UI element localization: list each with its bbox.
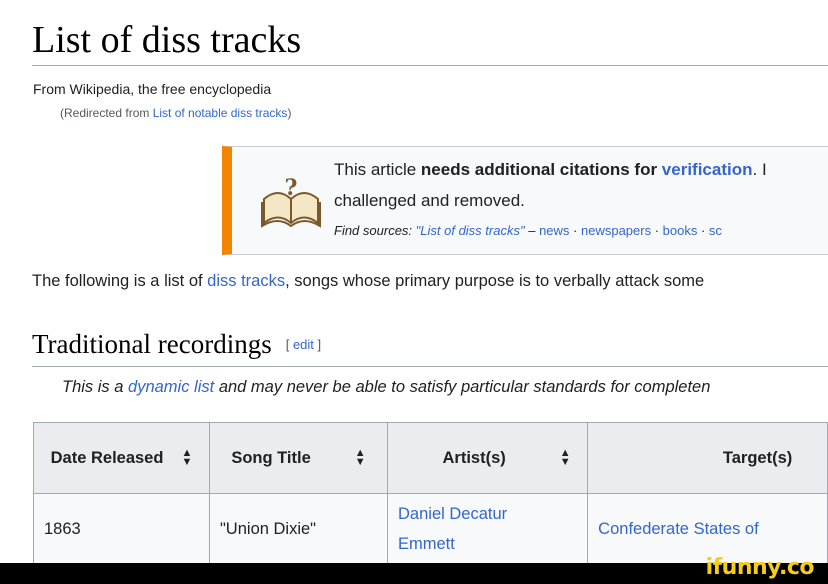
separator: · xyxy=(569,223,581,238)
notice-text-end: . I xyxy=(752,160,767,179)
section-title: Traditional recordings xyxy=(32,329,272,359)
watermark-bar xyxy=(0,563,828,584)
cell-target: Confederate States of xyxy=(587,493,828,565)
dynamic-list-note: This is a dynamic list and may never be … xyxy=(62,378,710,397)
redirect-note: (Redirected from List of notable diss tr… xyxy=(60,106,291,120)
hatnote-text: This is a xyxy=(62,378,129,396)
find-sources-label: Find sources: xyxy=(334,223,416,238)
cell-artist: Daniel Decatur Emmett xyxy=(387,493,589,565)
find-news-link[interactable]: news xyxy=(539,223,569,238)
notice-line-2: challenged and removed. xyxy=(334,191,525,210)
section-divider xyxy=(32,366,828,367)
notice-line-1: This article needs additional citations … xyxy=(334,160,767,180)
hatnote-text-end: and may never be able to satisfy particu… xyxy=(214,378,711,396)
find-sources-query[interactable]: "List of diss tracks" xyxy=(416,223,525,238)
dynamic-list-link[interactable]: dynamic list xyxy=(128,378,214,396)
intro-paragraph: The following is a list of diss tracks, … xyxy=(32,272,704,291)
edit-bracket-close: ] xyxy=(313,337,322,352)
column-header-song[interactable]: Song Title ▲ ▼ xyxy=(208,422,389,494)
diss-tracks-link[interactable]: diss tracks xyxy=(207,272,285,290)
find-sources-dash: – xyxy=(524,223,540,238)
sort-icon[interactable]: ▲ ▼ xyxy=(181,448,192,468)
find-scholar-link[interactable]: sc xyxy=(709,223,722,238)
notice-text: This article xyxy=(334,160,421,179)
sort-icon[interactable]: ▲ ▼ xyxy=(560,448,571,468)
title-divider xyxy=(32,65,828,66)
find-sources: Find sources: "List of diss tracks" – ne… xyxy=(334,223,722,238)
verification-link[interactable]: verification xyxy=(662,160,753,179)
separator: · xyxy=(651,223,663,238)
watermark-logo: ifunny.co xyxy=(705,555,815,580)
diss-tracks-table: Date Released ▲ ▼ Song Title ▲ ▼ Artist(s) ▲ ▼… xyxy=(33,422,828,565)
target-link[interactable]: Confederate States of xyxy=(598,520,759,538)
table-header-row: Date Released ▲ ▼ Song Title ▲ ▼ Artist(s) ▲ ▼… xyxy=(33,422,828,494)
intro-text-end: , songs whose primary purpose is to verb… xyxy=(285,272,705,290)
column-header-label: Date Released xyxy=(50,448,164,467)
separator: · xyxy=(697,223,709,238)
find-newspapers-link[interactable]: newspapers xyxy=(581,223,651,238)
column-header-artist[interactable]: Artist(s) ▲ ▼ xyxy=(387,422,589,494)
column-header-label: Target(s) xyxy=(722,448,793,467)
redirect-link[interactable]: List of notable diss tracks xyxy=(153,106,288,120)
redirect-suffix: ) xyxy=(287,106,292,120)
tagline: From Wikipedia, the free encyclopedia xyxy=(33,81,272,97)
column-header-target[interactable]: Target(s) xyxy=(587,422,828,494)
sort-icon[interactable]: ▲ ▼ xyxy=(355,448,366,468)
page-title: List of diss tracks xyxy=(32,19,302,61)
citation-notice-box: ? This article needs additional citation… xyxy=(222,146,828,255)
column-header-label: Song Title xyxy=(231,448,311,467)
svg-text:?: ? xyxy=(285,175,298,201)
column-header-date[interactable]: Date Released ▲ ▼ xyxy=(33,422,210,494)
edit-section: [ edit ] xyxy=(286,337,321,352)
section-heading: Traditional recordings [ edit ] xyxy=(32,329,321,360)
find-books-link[interactable]: books xyxy=(663,223,698,238)
cell-song: "Union Dixie" xyxy=(208,493,389,565)
notice-bold: needs additional citations for xyxy=(420,160,662,179)
edit-bracket-open: [ xyxy=(285,337,293,352)
table-row: 1863 "Union Dixie" Daniel Decatur Emmett… xyxy=(33,493,828,565)
edit-link[interactable]: edit xyxy=(293,337,314,352)
book-question-icon: ? xyxy=(261,175,321,228)
redirect-prefix: (Redirected from xyxy=(60,106,153,120)
column-header-label: Artist(s) xyxy=(442,448,506,467)
cell-date: 1863 xyxy=(33,493,210,565)
intro-text: The following is a list of xyxy=(32,272,208,290)
artist-link[interactable]: Daniel Decatur Emmett xyxy=(398,499,528,559)
